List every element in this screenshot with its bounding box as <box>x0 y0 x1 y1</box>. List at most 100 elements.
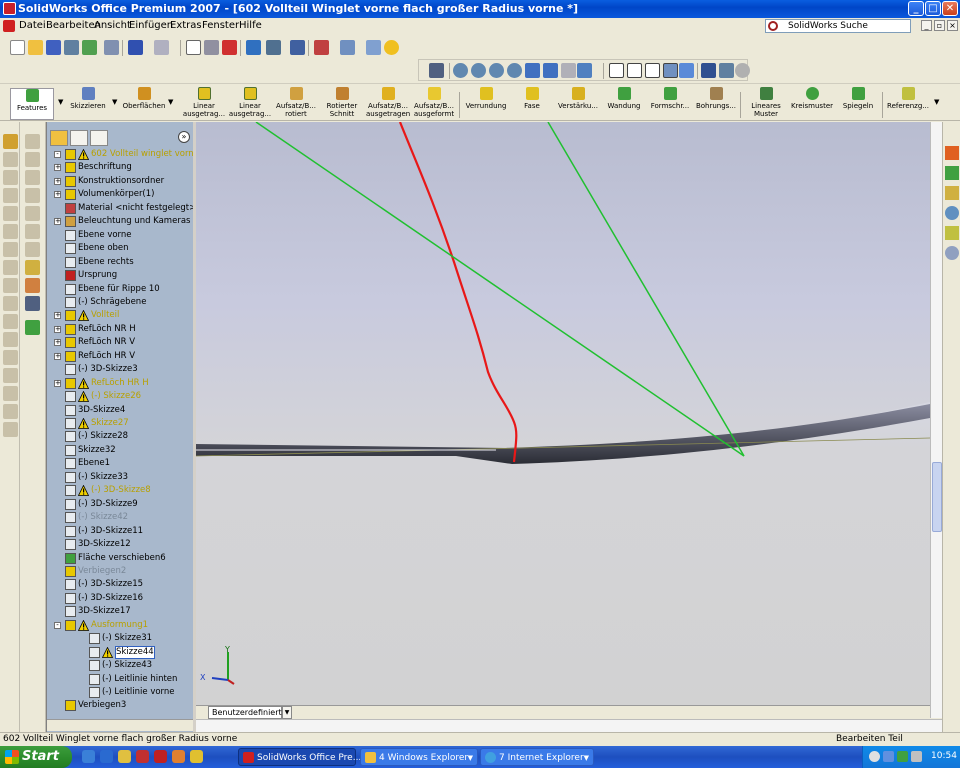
pan-icon[interactable] <box>543 63 558 78</box>
shaded-icon[interactable] <box>679 63 694 78</box>
reference-geometry-button[interactable]: Referenzg... <box>886 87 930 121</box>
select-icon[interactable] <box>186 40 201 55</box>
shell-button[interactable]: Wandung <box>602 87 646 121</box>
doc-minimize-button[interactable]: _ <box>921 20 932 31</box>
doc-restore-button[interactable]: ▫ <box>934 20 945 31</box>
task-solidworks[interactable]: SolidWorks Office Pre... <box>238 748 361 766</box>
menu-bearbeiten[interactable]: Bearbeiten <box>46 20 101 31</box>
tool-e-icon[interactable] <box>25 206 40 221</box>
tree-item[interactable]: Skizze32 <box>47 444 194 457</box>
tree-item[interactable]: (-) Schrägebene <box>47 296 194 309</box>
tree-item[interactable]: - Ausformung1 <box>47 619 194 632</box>
tree-item[interactable]: + Beschriftung <box>47 161 194 174</box>
rib-button[interactable]: Verstärku... <box>556 87 600 121</box>
tool-f-icon[interactable] <box>25 224 40 239</box>
expand-panel-icon[interactable]: » <box>178 131 190 143</box>
tree-expander-icon[interactable]: + <box>54 312 61 320</box>
menu-einfuegen[interactable]: Einfügen <box>129 20 173 31</box>
tool-i-icon[interactable] <box>25 278 40 293</box>
tool-1-icon[interactable] <box>3 152 18 167</box>
tree-item[interactable]: (-) 3D-Skizze8 <box>47 484 194 497</box>
quicklaunch-4-icon[interactable] <box>136 750 149 763</box>
redo-icon[interactable] <box>154 40 169 55</box>
tool-11-icon[interactable] <box>3 332 18 347</box>
menu-ansicht[interactable]: Ansicht <box>94 20 131 31</box>
quicklaunch-6-icon[interactable] <box>172 750 185 763</box>
tree-item[interactable]: Material <nicht festgelegt> <box>47 202 196 215</box>
tree-item[interactable]: Skizze44 <box>47 645 194 659</box>
tree-item[interactable]: + Beleuchtung und Kameras <box>47 215 194 228</box>
menu-fenster[interactable]: Fenster <box>202 20 239 31</box>
tool-14-icon[interactable] <box>3 386 18 401</box>
start-button[interactable]: Start <box>0 746 72 768</box>
tree-item[interactable]: + Vollteil <box>47 309 194 322</box>
wireframe-icon[interactable] <box>609 63 624 78</box>
tree-item[interactable]: (-) Skizze26 <box>47 390 194 403</box>
tool-c-icon[interactable] <box>25 170 40 185</box>
tree-item[interactable]: (-) 3D-Skizze3 <box>47 363 194 376</box>
featuremanager-tab[interactable] <box>50 130 68 146</box>
linear-pattern-button[interactable]: Lineares Muster <box>744 87 788 121</box>
tray-expand-icon[interactable] <box>869 751 880 762</box>
open-icon[interactable] <box>28 40 43 55</box>
vertical-scroll-thumb[interactable] <box>932 462 942 532</box>
tree-item[interactable]: + RefLöch HR V <box>47 350 194 363</box>
solidworks-app-icon[interactable] <box>3 2 16 15</box>
tool-g-icon[interactable] <box>25 242 40 257</box>
search-input[interactable]: SolidWorks Suche <box>765 19 911 33</box>
collapse-pane-icon[interactable] <box>945 246 959 260</box>
doc-close-button[interactable]: × <box>947 20 958 31</box>
solidworks-resources-icon[interactable] <box>945 146 959 160</box>
zoom-to-fit-icon[interactable] <box>453 63 468 78</box>
tree-item[interactable]: (-) Leitlinie hinten <box>47 673 194 686</box>
sweep-boss-button[interactable]: Aufsatz/B... ausgetragen <box>366 87 410 121</box>
tray-1-icon[interactable] <box>883 751 894 762</box>
tree-item[interactable]: (-) Skizze33 <box>47 471 194 484</box>
tool-10-icon[interactable] <box>3 314 18 329</box>
help-icon[interactable] <box>384 40 399 55</box>
mirror-button[interactable]: Spiegeln <box>836 87 880 121</box>
hole-wizard-button[interactable]: Bohrungs... <box>694 87 738 121</box>
tree-expander-icon[interactable]: + <box>54 325 61 333</box>
tree-expander-icon[interactable]: + <box>54 379 61 387</box>
tool-7-icon[interactable] <box>3 260 18 275</box>
tree-item[interactable]: 3D-Skizze4 <box>47 404 194 417</box>
task-internet-explorer[interactable]: 7 Internet Explorer ▼ <box>480 748 594 766</box>
view-tab[interactable]: Benutzerdefiniert <box>208 706 282 719</box>
tree-item[interactable]: 3D-Skizze12 <box>47 538 194 551</box>
tree-item[interactable]: Ebene oben <box>47 242 194 255</box>
quicklaunch-2-icon[interactable] <box>100 750 113 763</box>
revolve-boss-button[interactable]: Aufsatz/B... rotiert <box>274 87 318 121</box>
tree-item[interactable]: Ebene1 <box>47 457 194 470</box>
grid-icon[interactable] <box>266 40 281 55</box>
tool-16-icon[interactable] <box>3 422 18 437</box>
quicklaunch-5-icon[interactable] <box>154 750 167 763</box>
tree-item[interactable]: (-) 3D-Skizze9 <box>47 498 194 511</box>
tool-h-icon[interactable] <box>25 260 40 275</box>
loft-boss-button[interactable]: Aufsatz/B... ausgeformt <box>412 87 456 121</box>
zoom-in-out-icon[interactable] <box>489 63 504 78</box>
tree-item[interactable]: 3D-Skizze17 <box>47 605 194 618</box>
rotate-icon[interactable] <box>525 63 540 78</box>
tree-item[interactable]: Ebene rechts <box>47 256 194 269</box>
select-filter-icon[interactable] <box>204 40 219 55</box>
tree-item[interactable]: (-) 3D-Skizze15 <box>47 578 194 591</box>
zoom-area-icon[interactable] <box>471 63 486 78</box>
hidden-lines-visible-icon[interactable] <box>627 63 642 78</box>
rebuild-icon[interactable] <box>222 40 237 55</box>
print-icon[interactable] <box>64 40 79 55</box>
tray-3-icon[interactable] <box>911 751 922 762</box>
chamfer-button[interactable]: Fase <box>510 87 554 121</box>
close-button[interactable]: ✕ <box>942 1 958 16</box>
graphics-area[interactable]: Y X <box>196 122 930 718</box>
tool-j-icon[interactable] <box>25 296 40 311</box>
tab-features[interactable]: Features <box>10 88 54 120</box>
tool-2-icon[interactable] <box>3 170 18 185</box>
task-windows-explorer[interactable]: 4 Windows Explorer ▼ <box>360 748 478 766</box>
tree-expander-icon[interactable]: + <box>54 339 61 347</box>
tree-item[interactable]: + RefLöch NR V <box>47 336 194 349</box>
file-explorer-icon[interactable] <box>945 186 959 200</box>
print-preview-icon[interactable] <box>104 40 119 55</box>
horizontal-scrollbar[interactable] <box>196 719 942 732</box>
tree-expander-icon[interactable]: + <box>54 218 61 226</box>
